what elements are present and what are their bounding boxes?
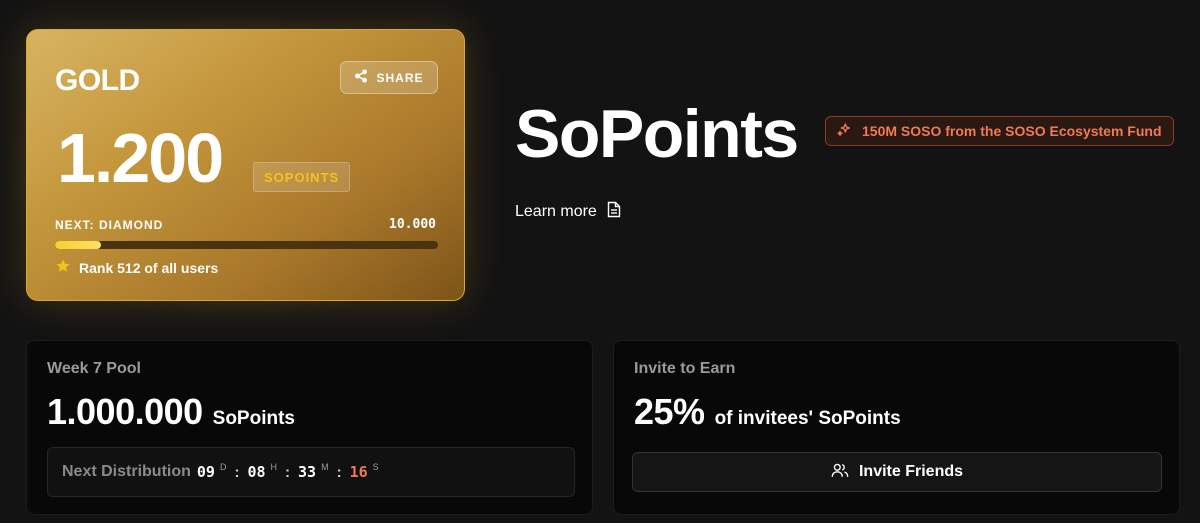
- pool-unit: SoPoints: [212, 408, 295, 429]
- tier-progress-bar: [55, 241, 438, 249]
- users-icon: [831, 462, 849, 483]
- countdown-separator: :: [234, 463, 240, 481]
- countdown-days-unit: D: [219, 462, 227, 472]
- invite-panel: Invite to Earn 25% of invitees' SoPoints…: [613, 340, 1180, 515]
- next-distribution-label: Next Distribution: [62, 463, 191, 480]
- star-icon: [55, 258, 71, 277]
- next-tier-threshold: 10.000: [389, 217, 436, 232]
- rank-row: Rank 512 of all users: [55, 258, 218, 277]
- points-unit-badge: SOPOINTS: [253, 162, 351, 192]
- invite-percent: 25%: [634, 391, 705, 432]
- fund-badge-text: 150M SOSO from the SOSO Ecosystem Fund: [862, 123, 1162, 139]
- page-title: SoPoints: [515, 96, 799, 172]
- countdown-separator: :: [336, 463, 342, 481]
- countdown-days: 09: [196, 463, 215, 481]
- document-icon: [607, 201, 621, 223]
- learn-more-label: Learn more: [515, 203, 597, 220]
- invite-reward-row: 25% of invitees' SoPoints: [634, 391, 901, 433]
- pool-amount: 1.000.000: [47, 391, 203, 432]
- invite-friends-label: Invite Friends: [858, 463, 964, 480]
- countdown-hours-unit: H: [270, 462, 278, 472]
- next-distribution-box: Next Distribution 09 D : 08 H : 33 M : 1…: [47, 447, 575, 497]
- tier-card: GOLD SHARE 1.200 SOPOINTS NEXT: DIAMOND …: [26, 29, 465, 301]
- share-button[interactable]: SHARE: [340, 61, 438, 94]
- sparkle-icon: [836, 122, 852, 141]
- share-label: SHARE: [376, 70, 424, 85]
- points-value: 1.200: [57, 119, 224, 197]
- invite-title: Invite to Earn: [634, 360, 736, 377]
- countdown-seconds-unit: S: [372, 462, 379, 472]
- countdown-seconds: 16: [349, 463, 368, 481]
- rank-text: Rank 512 of all users: [79, 259, 219, 276]
- learn-more-link[interactable]: Learn more: [515, 201, 621, 223]
- invite-suffix: of invitees' SoPoints: [714, 408, 901, 429]
- pool-title: Week 7 Pool: [47, 360, 141, 377]
- countdown-separator: :: [285, 463, 291, 481]
- tier-name: GOLD: [55, 64, 140, 97]
- pool-amount-row: 1.000.000 SoPoints: [47, 391, 295, 433]
- fund-badge: 150M SOSO from the SOSO Ecosystem Fund: [825, 116, 1174, 146]
- tier-progress-fill: [55, 241, 101, 249]
- countdown-hours: 08: [247, 463, 266, 481]
- share-icon: [354, 69, 368, 86]
- countdown-minutes: 33: [298, 463, 317, 481]
- next-tier-label: NEXT: DIAMOND: [55, 218, 164, 232]
- countdown-minutes-unit: M: [321, 462, 329, 472]
- pool-panel: Week 7 Pool 1.000.000 SoPoints Next Dist…: [26, 340, 593, 515]
- invite-friends-button[interactable]: Invite Friends: [632, 452, 1162, 492]
